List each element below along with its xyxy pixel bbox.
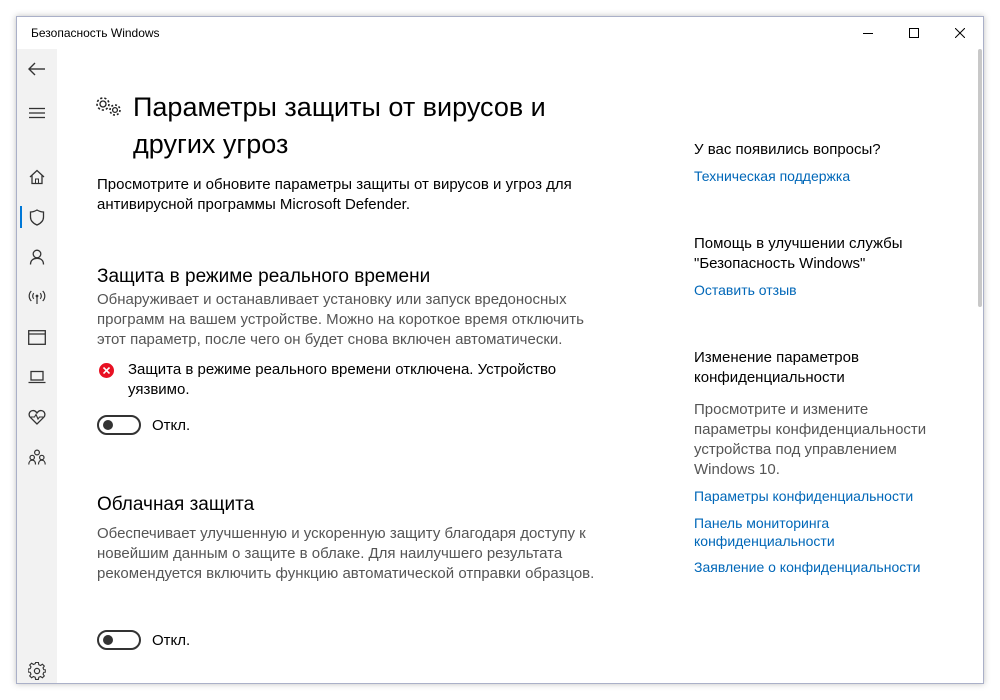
nav-firewall[interactable] bbox=[17, 277, 57, 317]
nav-family[interactable] bbox=[17, 437, 57, 477]
gear-icon bbox=[28, 662, 46, 680]
realtime-warning: Защита в режиме реального времени отключ… bbox=[99, 360, 569, 400]
realtime-toggle-state: Откл. bbox=[152, 416, 191, 434]
realtime-protection-title: Защита в режиме реального времени bbox=[97, 266, 431, 287]
page-description: Просмотрите и обновите параметры защиты … bbox=[97, 176, 572, 213]
window-title: Безопасность Windows bbox=[31, 26, 160, 40]
minimize-button[interactable] bbox=[845, 17, 891, 49]
privacy-title: Изменение параметров конфиденциальности bbox=[694, 349, 859, 386]
title-bar: Безопасность Windows bbox=[17, 17, 983, 49]
wireless-icon bbox=[28, 290, 46, 304]
back-button[interactable] bbox=[17, 49, 57, 89]
main-content: Параметры защиты от вирусов и других угр… bbox=[57, 49, 983, 683]
cloud-toggle-row: Откл. bbox=[97, 630, 190, 650]
cloud-protection-toggle[interactable] bbox=[97, 630, 141, 650]
gears-icon bbox=[96, 97, 121, 116]
home-icon bbox=[29, 169, 45, 185]
person-icon bbox=[29, 249, 45, 265]
privacy-description: Просмотрите и измените параметры конфиде… bbox=[694, 401, 927, 478]
minimize-icon bbox=[863, 33, 873, 34]
toggle-knob bbox=[103, 420, 113, 430]
nav-device-health[interactable] bbox=[17, 397, 57, 437]
nav-settings[interactable] bbox=[17, 651, 57, 683]
questions-title: У вас появились вопросы? bbox=[694, 141, 881, 158]
feedback-link[interactable]: Оставить отзыв bbox=[694, 281, 797, 299]
realtime-protection-toggle[interactable] bbox=[97, 415, 141, 435]
nav-home[interactable] bbox=[17, 157, 57, 197]
hamburger-icon bbox=[29, 107, 45, 119]
shield-icon bbox=[29, 208, 45, 226]
close-button[interactable] bbox=[937, 17, 983, 49]
menu-button[interactable] bbox=[17, 93, 57, 133]
cloud-toggle-state: Откл. bbox=[152, 631, 191, 649]
nav-device-security[interactable] bbox=[17, 357, 57, 397]
toggle-knob bbox=[103, 635, 113, 645]
laptop-icon bbox=[28, 370, 46, 384]
heart-pulse-icon bbox=[28, 409, 46, 425]
privacy-dashboard-link[interactable]: Панель мониторинга конфиденциальности bbox=[694, 514, 864, 550]
realtime-warning-text: Защита в режиме реального времени отключ… bbox=[128, 361, 557, 398]
page-title: Параметры защиты от вирусов и других угр… bbox=[133, 92, 546, 159]
maximize-button[interactable] bbox=[891, 17, 937, 49]
nav-account[interactable] bbox=[17, 237, 57, 277]
close-icon bbox=[955, 28, 965, 38]
error-x-icon bbox=[99, 363, 114, 378]
sidebar bbox=[17, 49, 57, 683]
support-link[interactable]: Техническая поддержка bbox=[694, 167, 850, 185]
maximize-icon bbox=[909, 28, 919, 38]
family-icon bbox=[28, 449, 46, 465]
cloud-protection-description: Обеспечивает улучшенную и ускоренную защ… bbox=[97, 525, 595, 582]
realtime-toggle-row: Откл. bbox=[97, 415, 190, 435]
browser-window-icon bbox=[28, 329, 46, 345]
privacy-settings-link[interactable]: Параметры конфиденциальности bbox=[694, 487, 913, 505]
nav-app-browser[interactable] bbox=[17, 317, 57, 357]
app-window: Безопасность Windows Параметры защиты от… bbox=[16, 16, 984, 684]
cloud-protection-title: Облачная защита bbox=[97, 494, 255, 515]
privacy-statement-link[interactable]: Заявление о конфиденциальности bbox=[694, 558, 920, 576]
scrollbar[interactable] bbox=[978, 49, 982, 307]
back-arrow-icon bbox=[28, 62, 45, 76]
improve-title: Помощь в улучшении службы "Безопасность … bbox=[694, 235, 903, 272]
nav-virus-protection[interactable] bbox=[17, 197, 57, 237]
realtime-protection-description: Обнаруживает и останавливает установку и… bbox=[97, 291, 584, 348]
